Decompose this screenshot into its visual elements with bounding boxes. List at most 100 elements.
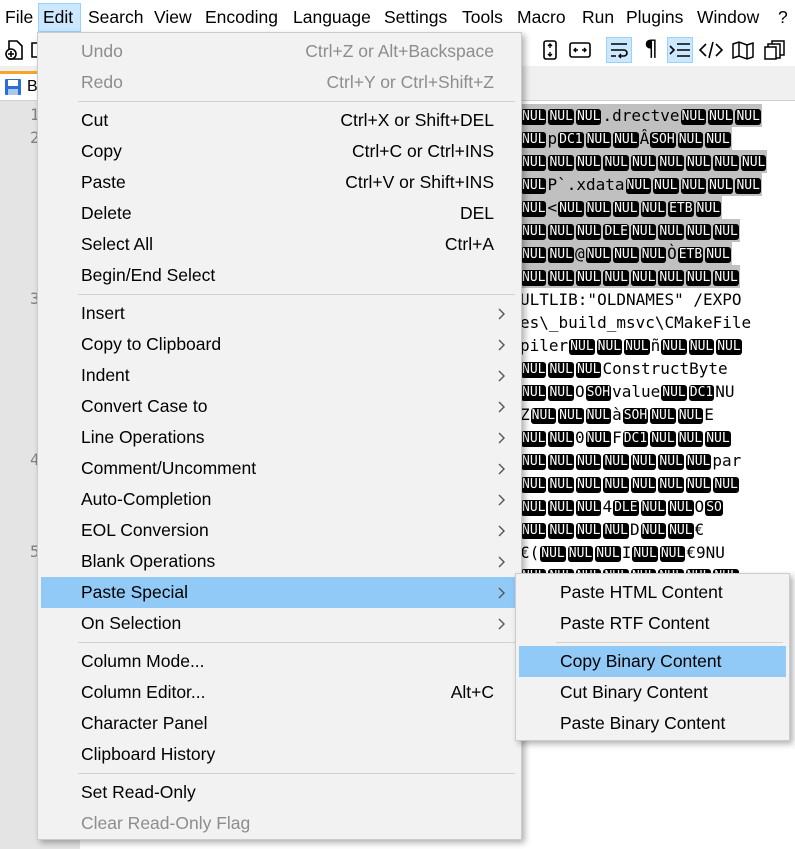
control-char: NUL xyxy=(708,108,734,125)
menu-item-label: Cut xyxy=(81,110,109,130)
control-char: NUL xyxy=(548,154,574,171)
control-char: NUL xyxy=(548,108,574,125)
control-char: NUL xyxy=(521,154,547,171)
code-line: NULNULNULNULNULNULNULNUL xyxy=(520,265,740,288)
menu-help[interactable]: ? xyxy=(774,3,794,32)
menu-item-label: Column Mode... xyxy=(81,651,205,671)
menu-settings[interactable]: Settings xyxy=(380,3,454,32)
menu-separator xyxy=(556,642,783,643)
sync-vertical-icon[interactable] xyxy=(537,37,563,63)
menu-item-convert-case-to[interactable]: Convert Case to xyxy=(41,391,518,422)
menu-item-auto-completion[interactable]: Auto-Completion xyxy=(41,484,518,515)
control-char: NUL xyxy=(613,200,639,217)
menu-item-column-editor[interactable]: Column Editor... Alt+C xyxy=(41,677,518,708)
code-line: ULTLIB:"OLDNAMES" /EXPO xyxy=(520,288,742,311)
control-char: NUL xyxy=(685,476,712,493)
control-char: SOH xyxy=(585,384,612,401)
menu-item-line-operations[interactable]: Line Operations xyxy=(41,422,518,453)
control-char: NUL xyxy=(575,361,602,378)
submenu-item-label: Paste Binary Content xyxy=(560,713,726,733)
menu-item-blank-operations[interactable]: Blank Operations xyxy=(41,546,518,577)
word-wrap-icon[interactable] xyxy=(606,37,632,63)
sync-horizontal-icon[interactable] xyxy=(567,37,593,63)
control-char: NUL xyxy=(548,269,574,286)
menu-item-clear-read-only-flag[interactable]: Clear Read-Only Flag xyxy=(41,808,518,839)
menu-item-label: Set Read-Only xyxy=(81,782,196,802)
code-line: €(NUL NUL NUL I NUL NUL €9NU xyxy=(520,541,725,564)
code-text: .drectve xyxy=(602,106,680,125)
control-char: NUL xyxy=(521,200,547,217)
menu-item-delete[interactable]: Delete DEL xyxy=(41,198,518,229)
menu-item-label: Convert Case to xyxy=(81,396,208,416)
menu-item-column-mode[interactable]: Column Mode... xyxy=(41,646,518,677)
control-char: DLE xyxy=(613,499,639,516)
xml-tag-icon[interactable] xyxy=(698,37,724,63)
menu-window[interactable]: Window xyxy=(693,3,765,32)
menu-item-set-read-only[interactable]: Set Read-Only xyxy=(41,777,518,808)
submenu-item-copy-binary-content[interactable]: Copy Binary Content xyxy=(519,646,786,677)
menu-macro[interactable]: Macro xyxy=(513,3,573,32)
menu-item-copy[interactable]: Copy Ctrl+C or Ctrl+INS xyxy=(41,136,518,167)
menu-encoding[interactable]: Encoding xyxy=(201,3,285,32)
indent-guide-icon[interactable] xyxy=(667,37,693,63)
code-text: 0 xyxy=(574,428,585,447)
menu-search[interactable]: Search xyxy=(84,3,145,32)
submenu-item-paste-binary-content[interactable]: Paste Binary Content xyxy=(519,708,786,739)
menu-item-character-panel[interactable]: Character Panel xyxy=(41,708,518,739)
control-char: NUL xyxy=(548,223,574,240)
menu-item-select-all[interactable]: Select All Ctrl+A xyxy=(41,229,518,260)
control-char: NUL xyxy=(613,246,639,263)
menu-item-paste-special[interactable]: Paste Special xyxy=(41,577,518,608)
document-list-icon[interactable] xyxy=(762,37,788,63)
document-map-icon[interactable] xyxy=(730,37,756,63)
code-line: NUL P`.xdata NUL NUL NUL NUL NUL xyxy=(520,173,762,196)
menu-item-redo[interactable]: Redo Ctrl+Y or Ctrl+Shift+Z xyxy=(41,67,518,98)
menu-item-label: Blank Operations xyxy=(81,551,216,571)
new-file-icon[interactable] xyxy=(2,37,28,63)
control-char: NUL xyxy=(585,200,612,217)
menu-item-copy-to-clipboard[interactable]: Copy to Clipboard xyxy=(41,329,518,360)
menu-item-indent[interactable]: Indent xyxy=(41,360,518,391)
menu-tools[interactable]: Tools xyxy=(458,3,508,32)
menu-file[interactable]: File xyxy=(1,3,34,32)
code-text: I xyxy=(621,543,632,562)
submenu-item-label: Cut Binary Content xyxy=(560,682,708,702)
control-char: NUL xyxy=(595,545,621,562)
submenu-item-cut-binary-content[interactable]: Cut Binary Content xyxy=(519,677,786,708)
menu-plugins[interactable]: Plugins xyxy=(622,3,689,32)
chevron-right-icon xyxy=(496,453,508,484)
document-tab[interactable]: B xyxy=(0,71,40,100)
control-char: NUL xyxy=(548,246,574,263)
control-char: NUL xyxy=(680,177,706,194)
menu-item-cut[interactable]: Cut Ctrl+X or Shift+DEL xyxy=(41,105,518,136)
chevron-right-icon xyxy=(496,422,508,453)
menu-item-label: Paste xyxy=(81,172,126,192)
menu-item-clipboard-history[interactable]: Clipboard History xyxy=(41,739,518,770)
submenu-item-paste-html-content[interactable]: Paste HTML Content xyxy=(519,577,786,608)
menu-item-begin-end-select[interactable]: Begin/End Select xyxy=(41,260,518,291)
menu-item-paste[interactable]: Paste Ctrl+V or Shift+INS xyxy=(41,167,518,198)
control-char: NUL xyxy=(558,407,584,424)
menu-edit[interactable]: Edit xyxy=(38,3,81,32)
menu-item-insert[interactable]: Insert xyxy=(41,298,518,329)
show-all-characters-icon[interactable]: ¶ xyxy=(638,37,664,63)
code-text: O xyxy=(574,382,585,401)
menu-run[interactable]: Run xyxy=(578,3,617,32)
menu-language[interactable]: Language xyxy=(289,3,376,32)
menu-separator xyxy=(78,101,515,102)
menu-item-label: Begin/End Select xyxy=(81,265,216,285)
code-text: p xyxy=(547,129,558,148)
submenu-item-paste-rtf-content[interactable]: Paste RTF Content xyxy=(519,608,786,639)
chevron-right-icon xyxy=(496,546,508,577)
menu-item-eol-conversion[interactable]: EOL Conversion xyxy=(41,515,518,546)
code-text: value xyxy=(612,382,661,401)
menu-bar: File Edit Search View Encoding Language Settin… xyxy=(0,0,795,34)
control-char: NUL xyxy=(668,499,694,516)
menu-item-comment-uncomment[interactable]: Comment/Uncomment xyxy=(41,453,518,484)
code-line: NUL < NUL NUL NUL NUL ETB NUL xyxy=(520,196,723,219)
menu-item-on-selection[interactable]: On Selection xyxy=(41,608,518,639)
menu-item-undo[interactable]: Undo Ctrl+Z or Alt+Backspace xyxy=(41,36,518,67)
control-char: NUL xyxy=(661,338,687,355)
code-line: NULNULNULNULNULNULNULNUL xyxy=(520,472,740,495)
menu-view[interactable]: View xyxy=(150,3,195,32)
